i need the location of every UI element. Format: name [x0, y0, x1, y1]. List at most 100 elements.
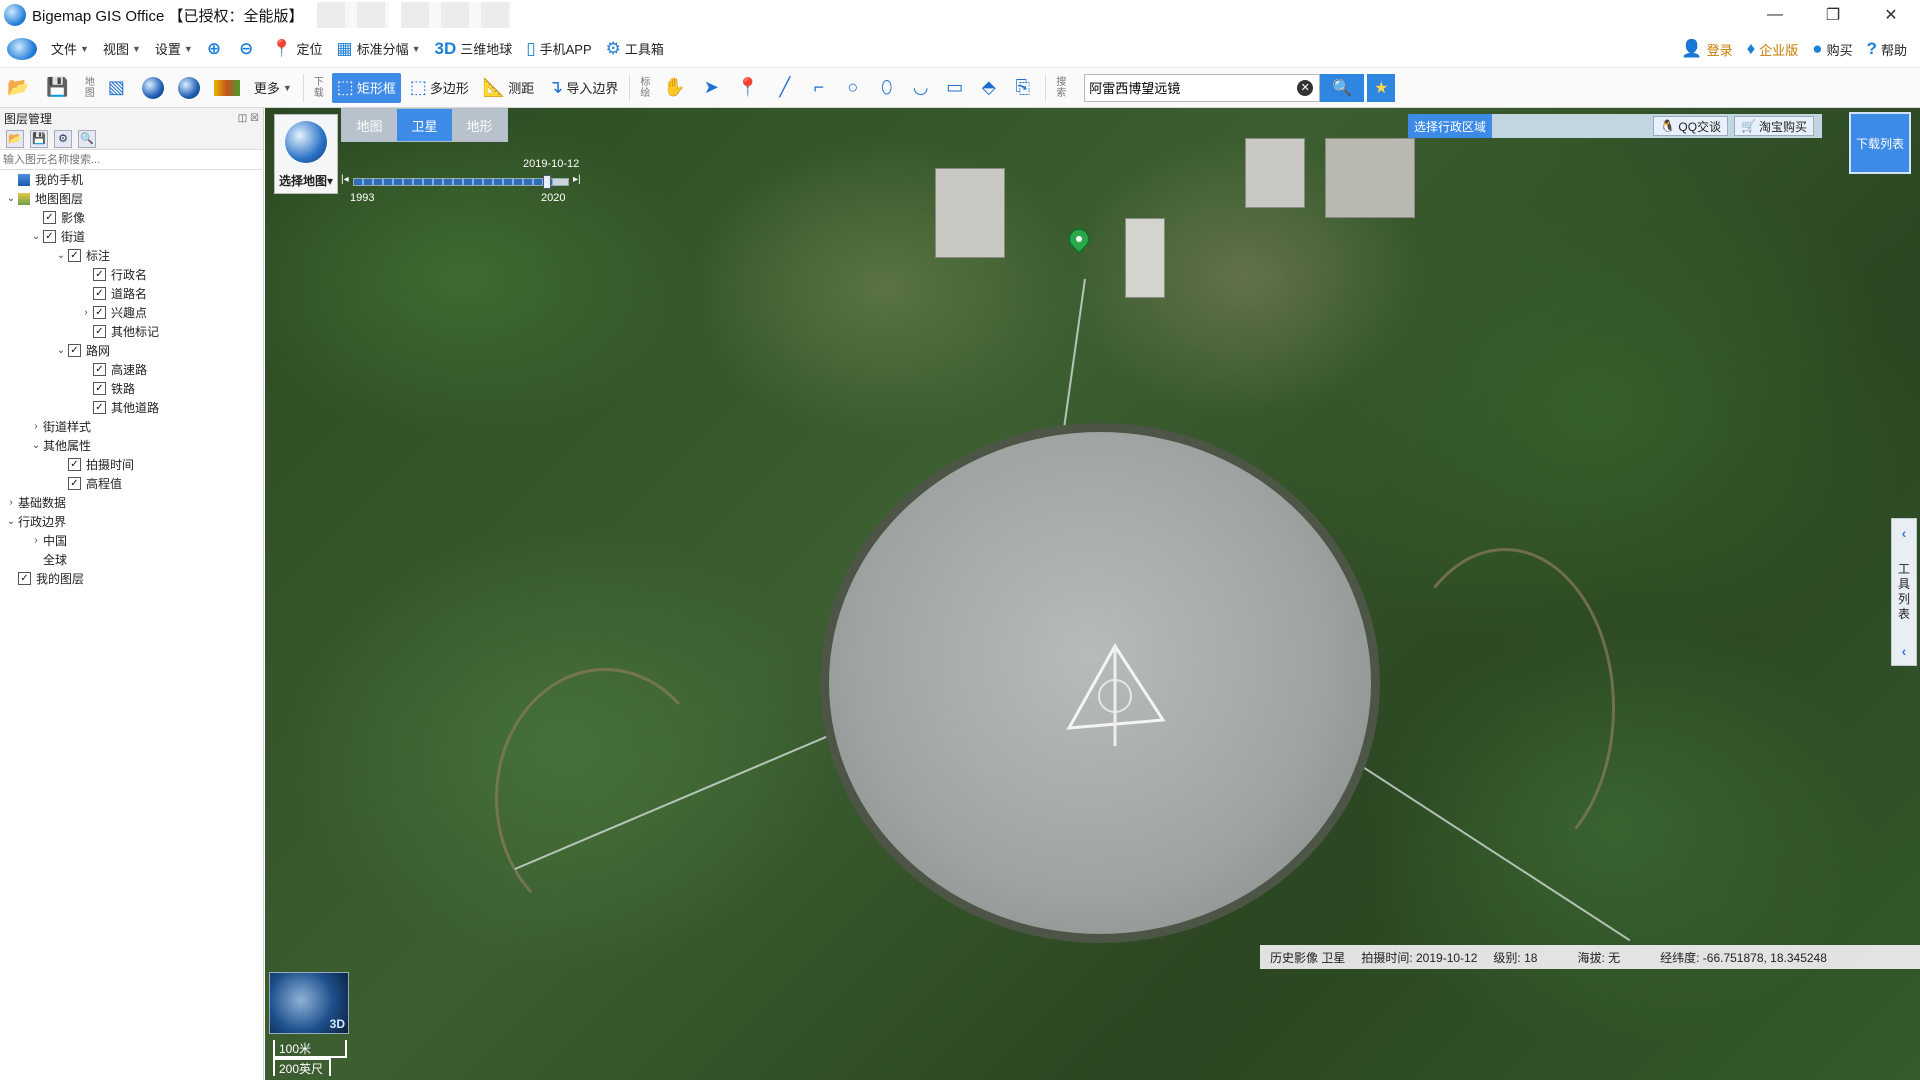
open-icon[interactable]: 📂	[6, 129, 24, 148]
rect-select-button[interactable]: ⬚ 矩形框	[331, 72, 401, 103]
layer-checkbox[interactable]: ✓	[93, 287, 106, 300]
expand-toggle-icon[interactable]: ⌄	[29, 231, 43, 242]
close-button[interactable]: ✕	[1862, 0, 1920, 30]
layer-tree-item[interactable]: ✓ 道路名	[0, 284, 263, 303]
expand-toggle-icon[interactable]: ›	[29, 535, 43, 546]
save-icon[interactable]: 💾	[30, 129, 48, 148]
layer-checkbox[interactable]: ✓	[43, 230, 56, 243]
map-view[interactable]: 选择地图▾ 地图 卫星 地形 2019-10-12 |◂ ▸| 1993 2020 …	[265, 108, 1920, 1080]
chevron-left-icon[interactable]: ‹	[1902, 643, 1907, 659]
menu-item-6[interactable]: ▦ 标准分幅 ▼	[330, 30, 428, 68]
timeline-next-icon[interactable]: ▸|	[573, 174, 581, 185]
polygon-button[interactable]: ⬚ 多边形	[405, 73, 474, 103]
globe-map-button-1[interactable]	[137, 73, 169, 103]
timeline-slider[interactable]	[353, 175, 569, 189]
tag-button[interactable]: ⬘	[975, 73, 1005, 103]
search-button[interactable]: 🔍	[1320, 73, 1365, 102]
layer-tree-item[interactable]: ✓ 高速路	[0, 360, 263, 379]
header-link-0[interactable]: 👤 登录	[1674, 30, 1739, 68]
layer-tree-item[interactable]: ✓ 影像	[0, 208, 263, 227]
chevron-left-icon[interactable]: ‹	[1902, 525, 1907, 541]
download-list-button[interactable]: 下载列表	[1849, 112, 1911, 174]
menu-item-1[interactable]: 视图 ▼	[96, 30, 148, 68]
expand-toggle-icon[interactable]: ›	[79, 307, 93, 318]
layer-checkbox[interactable]: ✓	[18, 572, 31, 585]
menu-item-2[interactable]: 设置 ▼	[148, 30, 200, 68]
expand-toggle-icon[interactable]: ⌄	[4, 193, 18, 204]
3d-globe-button[interactable]: 3D	[269, 972, 349, 1034]
app-menu-logo-icon[interactable]	[0, 30, 44, 68]
measure-button[interactable]: 📐 测距	[478, 73, 539, 103]
open-folder-button[interactable]: 📂	[2, 73, 37, 103]
minimize-button[interactable]: —	[1746, 0, 1804, 30]
expand-toggle-icon[interactable]: ⌄	[54, 250, 68, 261]
header-link-3[interactable]: ? 帮助	[1860, 30, 1914, 68]
circle-button[interactable]: ○	[839, 73, 869, 103]
layer-tree-item[interactable]: ⌄ ✓ 路网	[0, 341, 263, 360]
close-icon[interactable]: ☒	[250, 113, 259, 124]
menu-item-9[interactable]: ⚙ 工具箱	[599, 30, 671, 68]
menu-item-8[interactable]: ▯ 手机APP	[519, 30, 598, 68]
layer-tree-item[interactable]: 我的手机	[0, 170, 263, 189]
layer-checkbox[interactable]: ✓	[68, 477, 81, 490]
layer-checkbox[interactable]: ✓	[43, 211, 56, 224]
map-tab-0[interactable]: 地图	[342, 109, 397, 141]
expand-toggle-icon[interactable]: ›	[29, 421, 43, 432]
expand-toggle-icon[interactable]: ⌄	[29, 440, 43, 451]
search-icon[interactable]: 🔍	[78, 129, 96, 148]
import-boundary-button[interactable]: ↴ 导入边界	[543, 73, 623, 103]
layer-checkbox[interactable]: ✓	[93, 363, 106, 376]
taobao-buy-button[interactable]: 🛒 淘宝购买	[1734, 116, 1814, 136]
line-button[interactable]: ╱	[771, 73, 801, 103]
menu-item-0[interactable]: 文件 ▼	[44, 30, 96, 68]
expand-toggle-icon[interactable]: ⌄	[4, 516, 18, 527]
qq-chat-button[interactable]: 🐧 QQ交谈	[1653, 116, 1729, 136]
save-button[interactable]: 💾	[41, 73, 76, 103]
more-button[interactable]: 更多 ▼	[249, 73, 297, 103]
layer-tree-item[interactable]: ⌄ ✓ 标注	[0, 246, 263, 265]
select-map-button[interactable]: 选择地图▾	[274, 114, 338, 194]
layer-checkbox[interactable]: ✓	[93, 268, 106, 281]
clear-icon[interactable]: ✕	[1297, 79, 1314, 96]
layer-checkbox[interactable]: ✓	[93, 382, 106, 395]
select-region-button[interactable]: 选择行政区域	[1408, 114, 1493, 138]
ellipse-button[interactable]: ⬯	[873, 73, 903, 103]
layer-tree-item[interactable]: ⌄ 地图图层	[0, 189, 263, 208]
polyline-button[interactable]: ⌐	[805, 73, 835, 103]
curve-button[interactable]: ◡	[907, 73, 937, 103]
layer-tree-item[interactable]: 全球	[0, 550, 263, 569]
layer-tree-item[interactable]: ⌄ 其他属性	[0, 436, 263, 455]
layer-tree-item[interactable]: › 中国	[0, 531, 263, 550]
layer-tree-item[interactable]: ✓ 其他道路	[0, 398, 263, 417]
rectangle-button[interactable]: ▭	[941, 73, 971, 103]
favorite-button[interactable]: ★	[1367, 73, 1396, 102]
layer-checkbox[interactable]: ✓	[68, 458, 81, 471]
expand-toggle-icon[interactable]: ›	[4, 497, 18, 508]
layer-checkbox[interactable]: ✓	[93, 306, 106, 319]
menu-item-7[interactable]: 3D 三维地球	[428, 30, 520, 68]
layer-tree-item[interactable]: ✓ 铁路	[0, 379, 263, 398]
map-source-button[interactable]	[209, 73, 245, 103]
menu-item-4[interactable]: ⊖	[232, 30, 264, 68]
layer-checkbox[interactable]: ✓	[68, 344, 81, 357]
layer-checkbox[interactable]: ✓	[93, 325, 106, 338]
header-link-1[interactable]: ♦ 企业版	[1740, 30, 1806, 68]
export-button[interactable]: ⎘	[1009, 73, 1039, 103]
timeline-handle[interactable]	[543, 175, 552, 189]
point-button[interactable]: 📍	[732, 73, 767, 103]
timeline-prev-icon[interactable]: |◂	[341, 174, 349, 185]
map-tab-2[interactable]: 地形	[452, 109, 507, 141]
select-button[interactable]: ➤	[698, 73, 728, 103]
tool-list-panel[interactable]: ‹ 工具列表 ‹	[1891, 518, 1917, 666]
layer-tree-item[interactable]: ✓ 高程值	[0, 474, 263, 493]
globe-map-button-2[interactable]	[173, 73, 205, 103]
pan-button[interactable]: ✋	[658, 73, 693, 103]
settings-icon[interactable]: ⚙	[54, 129, 72, 148]
header-link-2[interactable]: ● 购买	[1805, 30, 1859, 68]
layer-checkbox[interactable]: ✓	[68, 249, 81, 262]
layer-tree-item[interactable]: ⌄ ✓ 街道	[0, 227, 263, 246]
layer-tree-item[interactable]: › 基础数据	[0, 493, 263, 512]
layer-tree-item[interactable]: ✓ 我的图层	[0, 569, 263, 588]
maximize-button[interactable]: ❐	[1804, 0, 1862, 30]
layer-tree-item[interactable]: › ✓ 兴趣点	[0, 303, 263, 322]
